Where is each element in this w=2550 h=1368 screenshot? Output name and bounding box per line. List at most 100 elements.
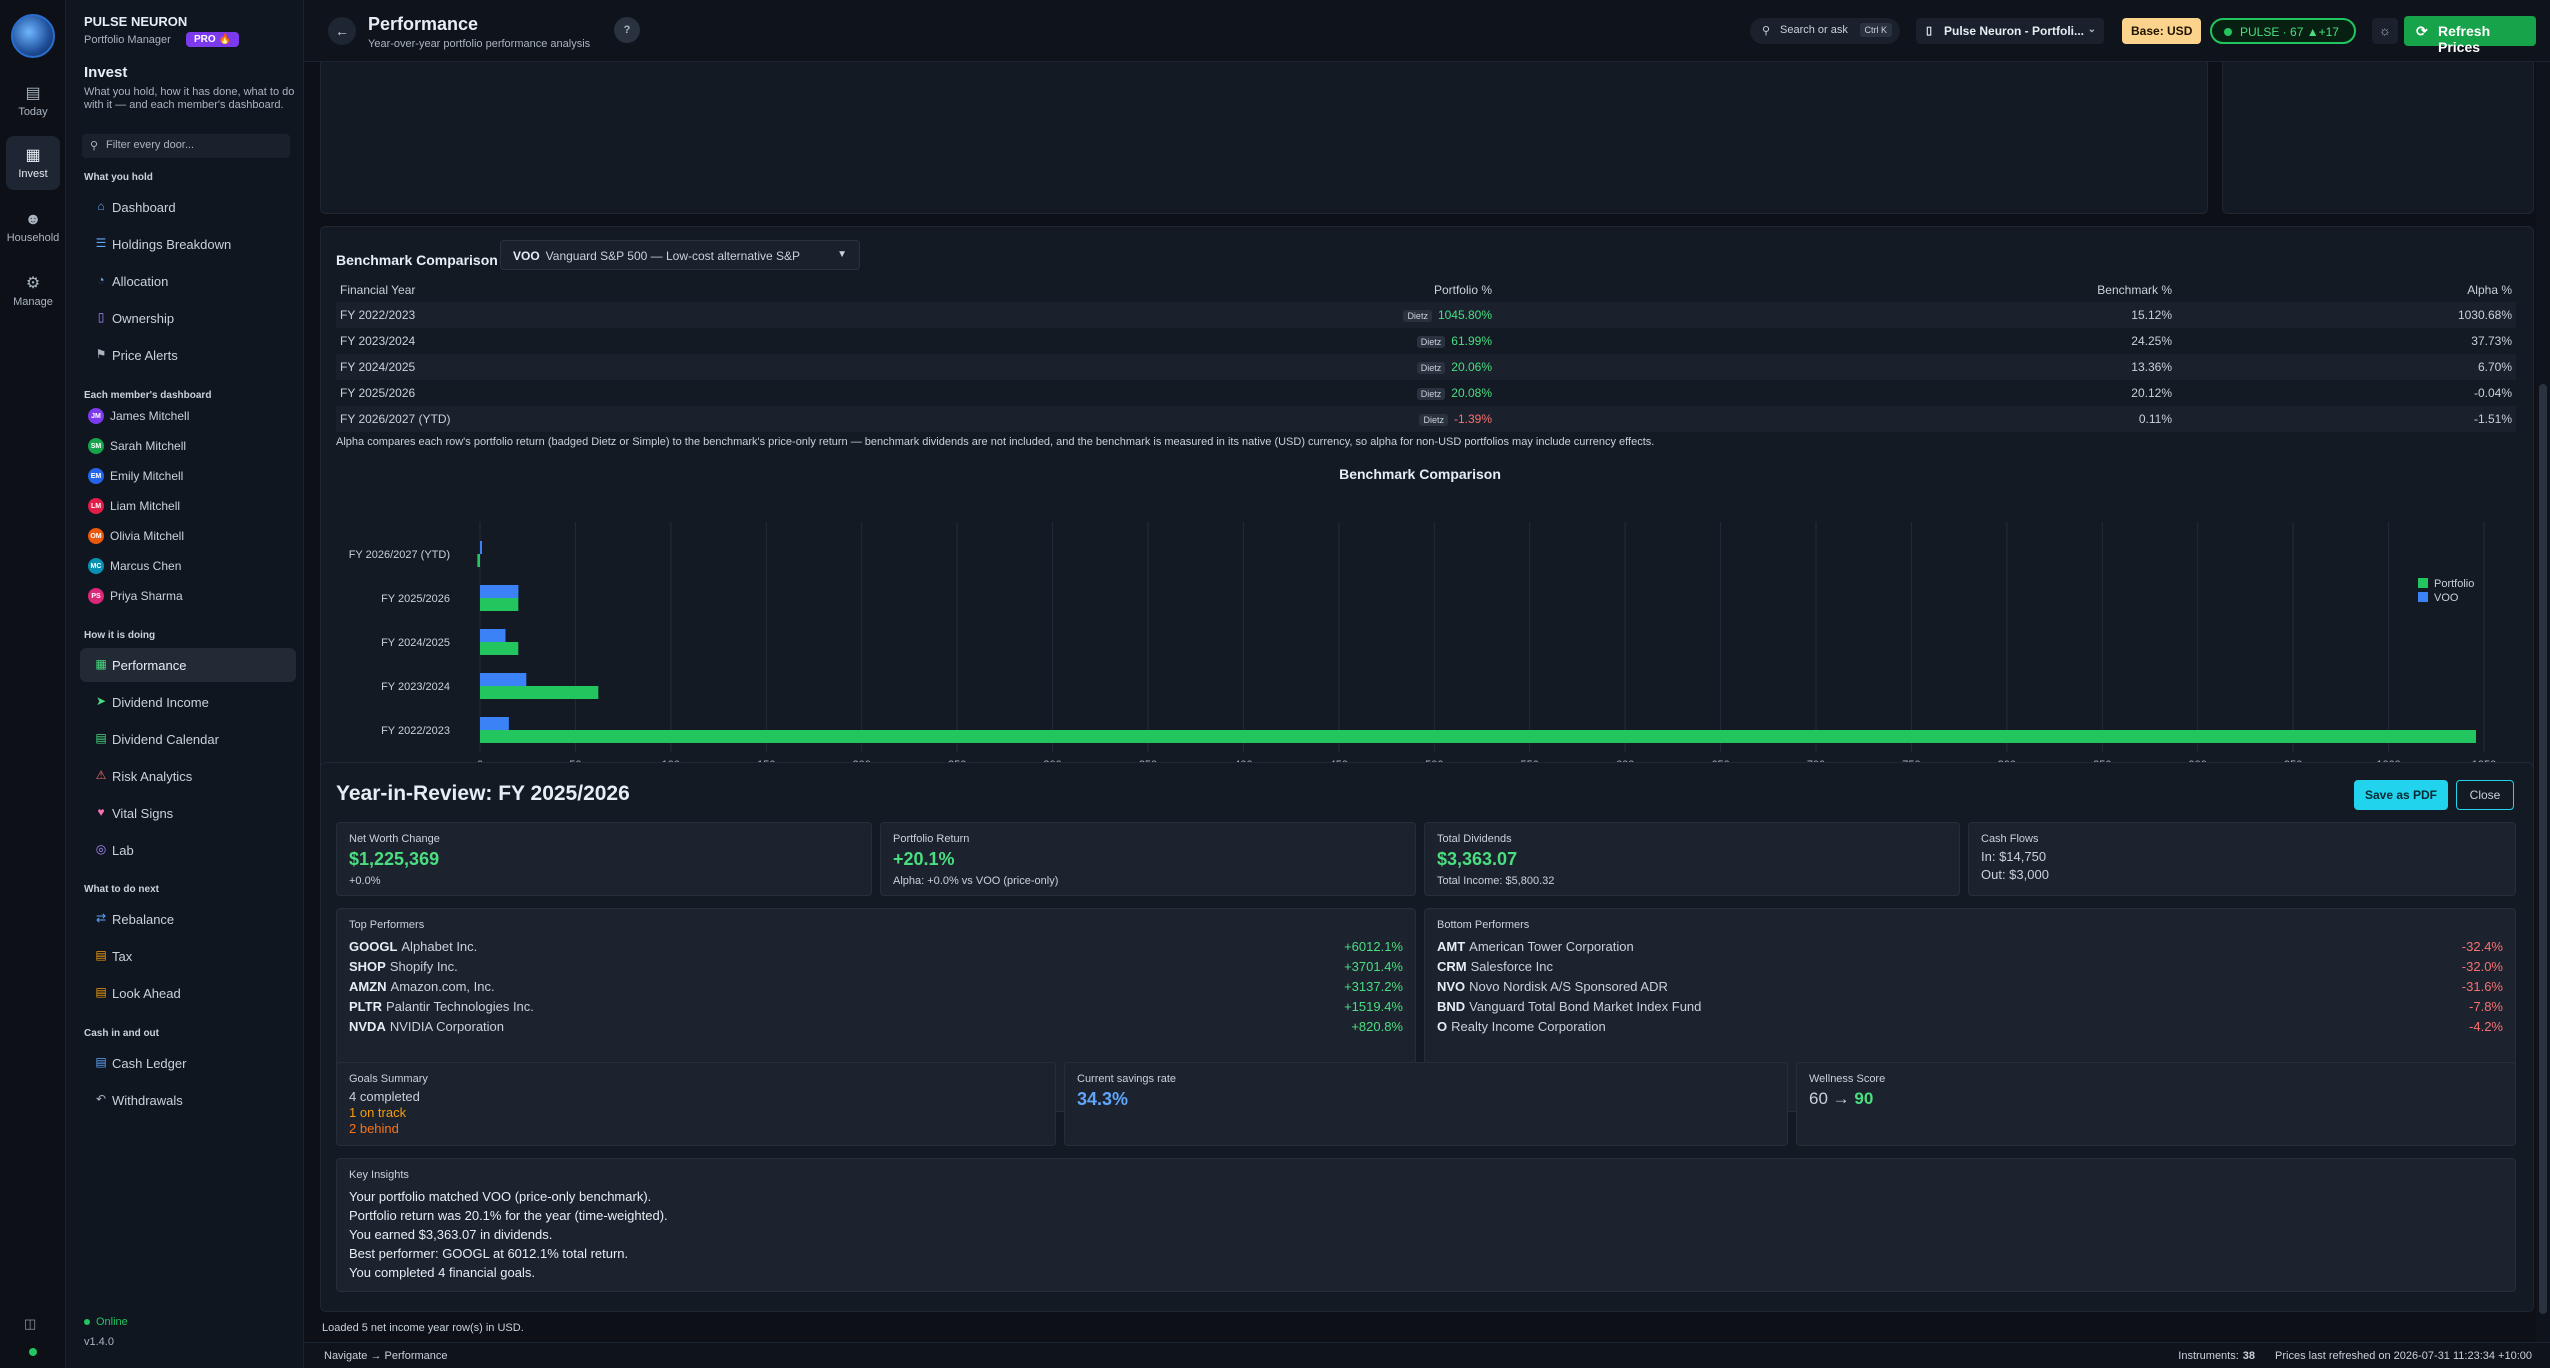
rail-today[interactable]: ▤ Today xyxy=(6,74,60,128)
card-label: Wellness Score xyxy=(1809,1073,1886,1085)
wellness-from: 60 xyxy=(1809,1089,1828,1108)
method-badge: Dietz xyxy=(1416,336,1446,348)
top-header: ← Performance Year-over-year portfolio p… xyxy=(304,0,2550,62)
nav-label: Dividend Calendar xyxy=(112,731,219,747)
brand-logo[interactable] xyxy=(11,14,55,58)
people-icon: ☻ xyxy=(24,210,42,228)
nav-item-price-alerts[interactable]: ⚑ Price Alerts xyxy=(80,338,296,372)
cell-benchmark: 24.25% xyxy=(2131,334,2172,348)
portfolio-selector[interactable]: ▯ Pulse Neuron - Portfoli... ⌄ xyxy=(1916,18,2104,44)
status-bar: Navigate → Performance Instruments: 38 Pri… xyxy=(304,1342,2550,1368)
company-name: Alphabet Inc. xyxy=(401,939,478,954)
load-status: Loaded 5 net income year row(s) in USD. xyxy=(322,1322,524,1334)
company-name: Palantir Technologies Inc. xyxy=(385,999,534,1014)
y-tick-label: FY 2022/2023 xyxy=(381,725,450,737)
search-label: Search or ask xyxy=(1780,24,1848,36)
chart-title: Benchmark Comparison xyxy=(1339,466,1501,482)
benchmark-select[interactable]: VOO Vanguard S&P 500 — Low-cost alternati… xyxy=(500,240,860,270)
table-row: FY 2026/2027 (YTD) Dietz -1.39% 0.11% -1.51% xyxy=(336,406,2516,432)
nav-item-lab[interactable]: ◎ Lab xyxy=(80,833,296,867)
member-priya[interactable]: PS Priya Sharma xyxy=(88,586,183,606)
member-marcus[interactable]: MC Marcus Chen xyxy=(88,556,181,576)
nav-item-vital-signs[interactable]: ♥ Vital Signs xyxy=(80,796,296,830)
undo-icon: ↶ xyxy=(95,1092,107,1106)
nav-item-dividend-calendar[interactable]: ▤ Dividend Calendar xyxy=(80,722,296,756)
benchmark-chart: 0501001502002503003504004505005506006507… xyxy=(349,522,2496,789)
portfolio-value: 20.08% xyxy=(1451,386,1492,400)
nav-label: Price Alerts xyxy=(112,347,178,363)
rail-invest[interactable]: ▦ Invest xyxy=(6,136,60,190)
nav-label: Holdings Breakdown xyxy=(112,236,232,252)
back-button[interactable]: ← xyxy=(328,17,356,45)
ticker: GOOGL xyxy=(349,939,398,954)
review-title: Year-in-Review: FY 2025/2026 xyxy=(336,782,630,805)
calendar-icon: ▤ xyxy=(95,731,107,745)
save-pdf-button[interactable]: Save as PDF xyxy=(2354,780,2448,810)
portfolio-value: 1045.80% xyxy=(1437,308,1492,322)
cell-year: FY 2022/2023 xyxy=(336,302,1036,328)
nav-item-rebalance[interactable]: ⇄ Rebalance xyxy=(80,902,296,936)
calendar-icon: ▤ xyxy=(25,84,41,102)
rail-manage[interactable]: ⚙ Manage xyxy=(6,264,60,318)
nav-item-cash-ledger[interactable]: ▤ Cash Ledger xyxy=(80,1046,296,1080)
close-button[interactable]: Close xyxy=(2456,780,2514,810)
column-header: Alpha % xyxy=(2467,283,2512,297)
help-button[interactable]: ? xyxy=(614,17,640,43)
member-james[interactable]: JM James Mitchell xyxy=(88,406,189,426)
caret-down-icon: ▼ xyxy=(837,249,847,260)
nav-item-performance[interactable]: ▦ Performance xyxy=(80,648,296,682)
alpha-note: Alpha compares each row's portfolio retu… xyxy=(336,436,1655,448)
nav-label: Allocation xyxy=(112,273,169,289)
arrow-left-icon: ← xyxy=(335,23,349,39)
nav-item-dividend-income[interactable]: ➤ Dividend Income xyxy=(80,685,296,719)
status-breadcrumb: Navigate → Performance xyxy=(324,1350,448,1362)
nav-item-look-ahead[interactable]: ▤ Look Ahead xyxy=(80,976,296,1010)
card-label: Cash Flows xyxy=(1981,833,2039,845)
collapse-icon[interactable]: ◫ xyxy=(24,1316,36,1332)
rail-household[interactable]: ☻ Household xyxy=(6,200,60,254)
column-header: Financial Year xyxy=(340,283,416,297)
member-emily[interactable]: EM Emily Mitchell xyxy=(88,466,183,486)
company-name: Vanguard Total Bond Market Index Fund xyxy=(1469,999,1702,1014)
member-name: Olivia Mitchell xyxy=(110,529,185,543)
member-sarah[interactable]: SM Sarah Mitchell xyxy=(88,436,186,456)
cell-year: FY 2025/2026 xyxy=(340,386,416,400)
table-row: FY 2025/2026 Dietz 20.08% 20.12% -0.04% xyxy=(336,380,2516,406)
search-button[interactable]: ⚲ Search or ask Ctrl K xyxy=(1750,18,1900,44)
nav-label: Look Ahead xyxy=(112,985,181,1001)
filter-input[interactable]: ⚲ Filter every door... xyxy=(82,134,290,158)
main-content: Benchmark Comparison VOO Vanguard S&P 500… xyxy=(304,62,2536,1342)
heartbeat-icon: ♥ xyxy=(97,805,105,819)
avatar: LM xyxy=(88,498,104,514)
return-value: -32.0% xyxy=(2461,959,2503,974)
benchmark-name: Vanguard S&P 500 — Low-cost alternative … xyxy=(545,249,801,263)
return-value: +3137.2% xyxy=(1344,979,1403,994)
table-header: Financial Year Portfolio % Benchmark % A… xyxy=(336,278,2516,302)
refresh-prices-button[interactable]: ⟳ Refresh Prices xyxy=(2404,16,2536,55)
theme-toggle[interactable]: ☼ xyxy=(2372,18,2398,44)
home-icon: ⌂ xyxy=(97,199,105,213)
nav-label: Ownership xyxy=(112,310,175,326)
method-badge: Dietz xyxy=(1416,362,1446,374)
card-value: 34.3% xyxy=(1077,1089,1129,1109)
return-value: -32.4% xyxy=(2461,939,2503,954)
bar-portfolio xyxy=(480,642,519,655)
nav-item-allocation[interactable]: ◔ Allocation xyxy=(80,264,296,298)
page-subtitle: Year-over-year portfolio performance ana… xyxy=(368,38,591,50)
base-currency-badge[interactable]: Base: USD xyxy=(2122,18,2202,44)
nav-item-tax[interactable]: ▤ Tax xyxy=(80,939,296,973)
scrollbar-thumb[interactable] xyxy=(2539,384,2547,1314)
avatar: MC xyxy=(88,558,104,574)
section-cash: Cash in and out xyxy=(84,1028,159,1039)
nav-item-ownership[interactable]: ▯ Ownership xyxy=(80,301,296,335)
member-liam[interactable]: LM Liam Mitchell xyxy=(88,496,180,516)
nav-label: Rebalance xyxy=(112,911,175,927)
nav-item-dashboard[interactable]: ⌂ Dashboard xyxy=(80,190,296,224)
rail-label: Today xyxy=(18,105,48,118)
receipt-icon: ▤ xyxy=(95,948,107,962)
member-olivia[interactable]: OM Olivia Mitchell xyxy=(88,526,184,546)
nav-item-holdings[interactable]: ☰ Holdings Breakdown xyxy=(80,227,296,261)
pulse-score-badge[interactable]: PULSE · 67 ▲+17 xyxy=(2210,18,2356,44)
nav-item-withdrawals[interactable]: ↶ Withdrawals xyxy=(80,1083,296,1117)
nav-item-risk-analytics[interactable]: ⚠ Risk Analytics xyxy=(80,759,296,793)
